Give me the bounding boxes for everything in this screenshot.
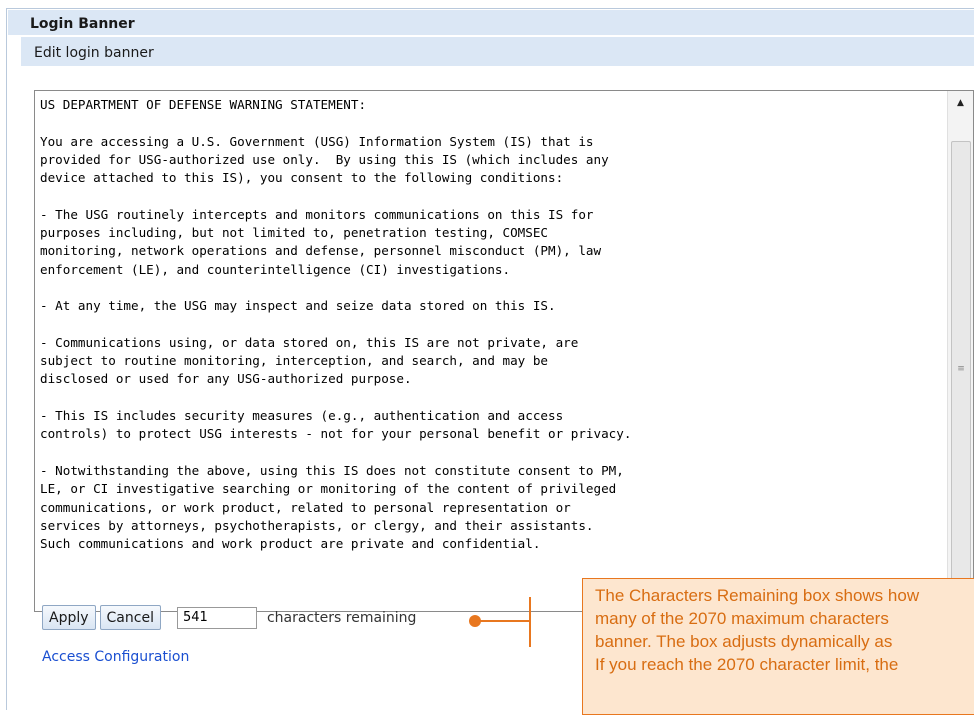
banner-controls: Apply Cancel characters remaining	[42, 605, 416, 630]
characters-remaining-label: characters remaining	[266, 609, 417, 626]
characters-remaining-field[interactable]	[176, 606, 257, 629]
scroll-up-button[interactable]: ▲	[948, 91, 973, 115]
subsection-header: Edit login banner	[21, 37, 974, 66]
banner-text-editor[interactable]: US DEPARTMENT OF DEFENSE WARNING STATEME…	[34, 90, 974, 612]
triangle-up-icon: ▲	[957, 98, 964, 108]
page-title: Login Banner	[30, 16, 135, 32]
banner-text-content[interactable]: US DEPARTMENT OF DEFENSE WARNING STATEME…	[40, 96, 940, 553]
access-configuration-link[interactable]: Access Configuration	[42, 649, 189, 665]
subsection-title: Edit login banner	[34, 45, 154, 61]
section-header: Login Banner	[8, 10, 974, 35]
callout-text: The Characters Remaining box shows how m…	[595, 586, 920, 674]
grip-icon: ≡	[957, 364, 965, 374]
callout-connector-vertical	[529, 597, 531, 647]
vertical-scrollbar[interactable]: ▲ ≡	[947, 91, 973, 611]
cancel-button[interactable]: Cancel	[99, 605, 161, 630]
callout-connector-line	[475, 620, 530, 622]
scroll-thumb[interactable]: ≡	[951, 141, 971, 597]
apply-button[interactable]: Apply	[42, 605, 96, 630]
callout-box: The Characters Remaining box shows how m…	[582, 578, 974, 715]
